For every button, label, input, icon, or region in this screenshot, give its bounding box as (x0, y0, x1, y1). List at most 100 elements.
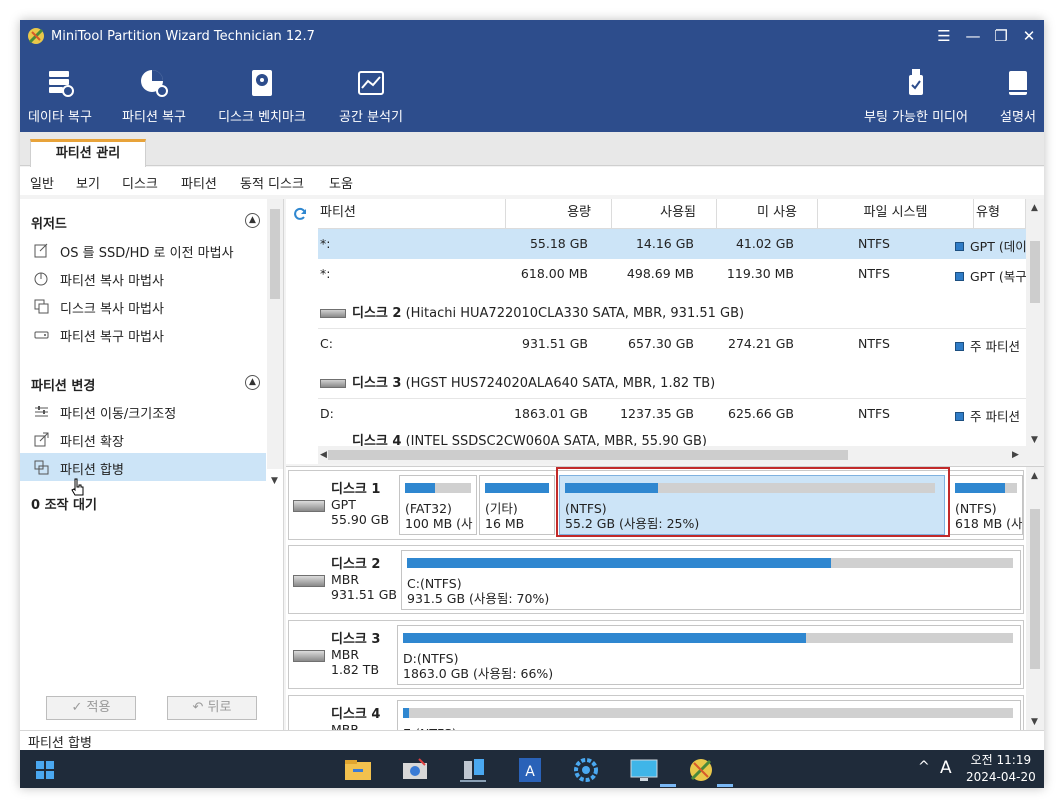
disk-3-block[interactable]: 디스크 3 MBR 1.82 TB D:(NTFS) 1863.0 GB (사용됨… (288, 620, 1024, 689)
merge-partition[interactable]: 파티션 합병 (20, 453, 266, 481)
copy-partition-wizard[interactable]: 파티션 복사 마법사 (20, 264, 266, 292)
copy-disk-wizard[interactable]: 디스크 복사 마법사 (20, 292, 266, 320)
clock-date: 2024-04-20 (966, 770, 1036, 784)
monitor-icon[interactable] (626, 755, 662, 785)
cell-type: GPT (복구 (970, 269, 1027, 284)
scroll-up-icon[interactable]: ▲ (1031, 203, 1038, 213)
cell-partition: C: (320, 336, 333, 351)
app-logo-icon (28, 28, 44, 44)
partition-recovery-icon (141, 70, 168, 97)
disk-row[interactable]: 디스크 2 (Hitachi HUA722010CLA330 SATA, MBR… (318, 289, 1026, 329)
status-text: 파티션 합병 (28, 736, 92, 751)
gear-tool-icon[interactable] (568, 755, 604, 785)
table-row[interactable]: D: 1863.01 GB 1237.35 GB 625.66 GB NTFS … (318, 399, 1026, 429)
table-vertical-thumb[interactable] (1030, 241, 1040, 303)
partition-block[interactable]: C:(NTFS) 931.5 GB (사용됨: 70%) (401, 550, 1021, 610)
table-row[interactable]: *: 618.00 MB 498.69 MB 119.30 MB NTFS GP… (318, 259, 1027, 289)
col-file-system[interactable]: 파일 시스템 (818, 199, 974, 229)
scroll-left-icon[interactable]: ◀ (320, 450, 327, 460)
tab-strip: 파티션 관리 (20, 132, 1044, 167)
bootable-media-button[interactable]: 부팅 가능한 미디어 (854, 54, 978, 132)
partition-recovery-button[interactable]: 파티션 복구 (112, 54, 196, 132)
start-icon[interactable] (30, 755, 60, 785)
cell-capacity: 931.51 GB (522, 336, 588, 351)
space-analyzer-button[interactable]: 공간 분석기 (330, 54, 412, 132)
cell-capacity: 618.00 MB (520, 266, 588, 281)
move-resize-partition[interactable]: 파티션 이동/크기조정 (20, 397, 266, 425)
col-type[interactable]: 유형 (974, 199, 1026, 229)
table-horizontal-scrollbar[interactable] (318, 446, 1026, 464)
table-row[interactable]: *: 55.18 GB 14.16 GB 41.02 GB NTFS GPT (… (318, 229, 1027, 259)
network-icon[interactable] (455, 755, 491, 785)
maximize-button[interactable]: ❐ (991, 27, 1011, 45)
disk-benchmark-button[interactable]: 디스크 벤치마크 (210, 54, 314, 132)
partition-block[interactable]: D:(NTFS) 1863.0 GB (사용됨: 66%) (397, 625, 1021, 685)
taskbar: A ^ A 오전 11:19 2024-04-20 (20, 750, 1044, 788)
disk-1-info: 디스크 1 GPT 55.90 GB (331, 481, 389, 527)
migrate-os-wizard[interactable]: OS 를 SSD/HD 로 이전 마법사 (20, 236, 266, 264)
disk-1-block[interactable]: 디스크 1 GPT 55.90 GB (FAT32) 100 MB (사 (기타)… (288, 467, 1024, 540)
disk-row[interactable]: 디스크 4 (INTEL SSDSC2CW060A SATA, MBR, 55.… (318, 433, 1026, 446)
col-used[interactable]: 사용됨 (612, 199, 717, 229)
taskbar-clock[interactable]: 오전 11:19 2024-04-20 (966, 752, 1036, 786)
menu-partition[interactable]: 파티션 (181, 173, 217, 192)
partition-size: 16 MB (485, 516, 525, 531)
copy-disk-icon (34, 299, 49, 314)
col-unused[interactable]: 미 사용 (717, 199, 818, 229)
diskmap-scroll-up-icon[interactable]: ▲ (1031, 471, 1038, 481)
diskmap-vertical-scrollbar[interactable] (1026, 467, 1044, 731)
col-capacity[interactable]: 용량 (506, 199, 612, 229)
apply-button[interactable]: ✓ 적용 (46, 696, 136, 720)
diskmap-scroll-down-icon[interactable]: ▼ (1031, 717, 1038, 727)
menu-disk[interactable]: 디스크 (122, 173, 158, 192)
partition-block[interactable]: (기타) 16 MB (479, 475, 555, 535)
partition-label: C:(NTFS) (407, 576, 462, 591)
sidebar-scrollbar[interactable] (267, 199, 283, 469)
sidebar-scrollbar-thumb[interactable] (270, 209, 280, 299)
menu-icon[interactable]: ☰ (934, 27, 954, 45)
menu-dynamic-disk[interactable]: 동적 디스크 (240, 173, 304, 192)
data-recovery-button[interactable]: 데이타 복구 (20, 54, 100, 132)
text-editor-icon[interactable]: A (512, 755, 548, 785)
scroll-right-icon[interactable]: ▶ (1012, 450, 1019, 460)
copy-partition-label: 파티션 복사 마법사 (60, 274, 164, 289)
usage-bar (403, 633, 1013, 643)
partition-block[interactable]: (NTFS) 618 MB (사 (949, 475, 1023, 535)
partition-recovery-wizard[interactable]: 파티션 복구 마법사 (20, 320, 266, 348)
table-horizontal-thumb[interactable] (328, 450, 848, 460)
manual-button[interactable]: 설명서 (992, 54, 1044, 132)
manual-label: 설명서 (1000, 110, 1036, 125)
table-vertical-scrollbar[interactable] (1026, 199, 1044, 464)
diskmap-vertical-thumb[interactable] (1030, 509, 1040, 669)
tray-overflow-icon[interactable]: ^ (918, 759, 930, 775)
partition-type-icon (955, 272, 964, 281)
usage-fill (405, 483, 435, 493)
partition-block[interactable]: (FAT32) 100 MB (사 (399, 475, 477, 535)
undo-button[interactable]: ↶ 뒤로 (167, 696, 257, 720)
close-button[interactable]: ✕ (1019, 27, 1039, 45)
disk-benchmark-label: 디스크 벤치마크 (218, 110, 306, 125)
minimize-button[interactable]: — (963, 27, 983, 45)
clock-time: 오전 11:19 (970, 753, 1032, 767)
change-partition-collapse-button[interactable]: ▲ (245, 375, 260, 390)
disk-utility-icon[interactable] (397, 755, 433, 785)
refresh-icon[interactable] (292, 206, 308, 222)
wizard-collapse-button[interactable]: ▲ (245, 213, 260, 228)
disk-row[interactable]: 디스크 3 (HGST HUS724020ALA640 SATA, MBR, 1… (318, 359, 1026, 399)
partition-type-icon (955, 342, 964, 351)
active-app-indicator (717, 784, 733, 787)
table-row[interactable]: C: 931.51 GB 657.30 GB 274.21 GB NTFS 주 … (318, 329, 1026, 359)
menu-help[interactable]: 도움 (329, 173, 353, 192)
sidebar-scroll-down-icon[interactable]: ▼ (271, 476, 278, 486)
menu-general[interactable]: 일반 (30, 173, 54, 192)
file-explorer-icon[interactable] (340, 755, 376, 785)
ime-indicator[interactable]: A (940, 758, 952, 778)
partition-wizard-taskbar-icon[interactable] (683, 755, 719, 785)
disk-2-block[interactable]: 디스크 2 MBR 931.51 GB C:(NTFS) 931.5 GB (사용… (288, 545, 1024, 614)
extend-partition[interactable]: 파티션 확장 (20, 425, 266, 453)
col-partition[interactable]: 파티션 (318, 199, 506, 229)
scroll-down-icon[interactable]: ▼ (1031, 435, 1038, 445)
tab-partition-management[interactable]: 파티션 관리 (30, 139, 146, 167)
merge-icon (34, 460, 49, 475)
menu-view[interactable]: 보기 (76, 173, 100, 192)
